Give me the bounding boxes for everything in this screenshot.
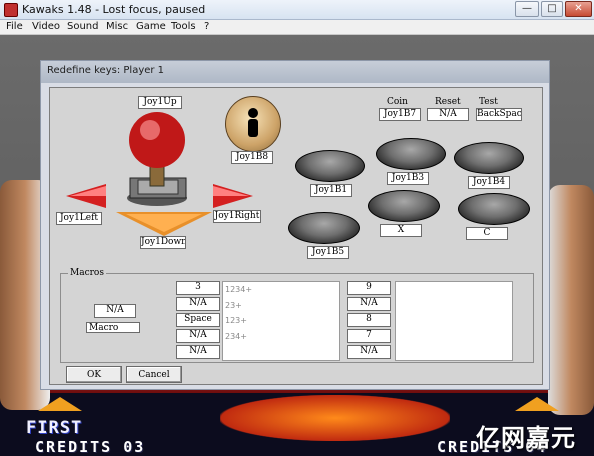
game-logo-image: [220, 395, 450, 441]
button-e-image[interactable]: [368, 190, 440, 222]
window-titlebar[interactable]: Kawaks 1.48 - Lost focus, paused — □ ✕: [0, 0, 594, 20]
macro-right-list[interactable]: [395, 281, 513, 361]
button-c-image[interactable]: [454, 142, 524, 174]
test-label: Test: [479, 97, 498, 107]
macro-left-key-4[interactable]: N/A: [176, 329, 220, 343]
maximize-button[interactable]: □: [541, 1, 563, 17]
button-d-key-field[interactable]: Joy1B5: [307, 246, 349, 259]
right-arrow-icon: [213, 184, 253, 208]
menu-game[interactable]: Game: [136, 21, 166, 32]
first-label: FIRST: [26, 418, 83, 438]
hud-marker-right: [515, 397, 559, 411]
up-key-field[interactable]: Joy1Up: [138, 96, 182, 109]
button-c-key-field[interactable]: Joy1B4: [468, 176, 510, 189]
app-icon: [4, 3, 18, 17]
macro-left-list[interactable]: 1234+ 23+ 123+ 234+: [222, 281, 340, 361]
macro-right-key-2[interactable]: N/A: [347, 297, 391, 311]
credits-left: CREDITS 03: [35, 438, 146, 456]
menu-video[interactable]: Video: [32, 21, 60, 32]
reset-key-field[interactable]: N/A: [427, 108, 469, 121]
list-item[interactable]: 1234+: [223, 282, 339, 298]
macro-right-key-4[interactable]: 7: [347, 329, 391, 343]
menu-file[interactable]: File: [6, 21, 23, 32]
dialog-title: Redefine keys: Player 1: [47, 65, 165, 76]
list-item[interactable]: 123+: [223, 313, 339, 329]
macro-right-key-1[interactable]: 9: [347, 281, 391, 295]
window-title: Kawaks 1.48 - Lost focus, paused: [22, 3, 206, 16]
left-arrow-icon: [66, 184, 106, 208]
hud-marker-left: [38, 397, 82, 411]
button-a-image[interactable]: [295, 150, 365, 182]
coin-label: Coin: [387, 97, 408, 107]
button-d-image[interactable]: [288, 212, 360, 244]
menu-misc[interactable]: Misc: [106, 21, 128, 32]
menu-bar: File Video Sound Misc Game Tools ?: [0, 20, 594, 35]
list-item[interactable]: 23+: [223, 298, 339, 314]
left-key-field[interactable]: Joy1Left: [56, 212, 102, 225]
dialog-titlebar[interactable]: Redefine keys: Player 1: [41, 61, 549, 83]
joystick-image: [120, 112, 206, 208]
controls-panel: Joy1Up Joy1Left Joy1Right Joy1Down Joy1B…: [49, 87, 543, 385]
macro-name-field[interactable]: Macro: [86, 322, 140, 333]
macros-label: Macros: [68, 268, 106, 278]
ok-button[interactable]: OK: [66, 366, 122, 383]
button-e-key-field[interactable]: X: [380, 224, 422, 237]
minimize-button[interactable]: —: [515, 1, 539, 17]
macro-right-key-5[interactable]: N/A: [347, 345, 391, 359]
watermark-text: 亿网嘉元: [476, 424, 576, 452]
macro-left-key-1[interactable]: 3: [176, 281, 220, 295]
down-key-field[interactable]: Joy1Down: [140, 236, 186, 249]
button-b-image[interactable]: [376, 138, 446, 170]
menu-sound[interactable]: Sound: [67, 21, 99, 32]
button-a-key-field[interactable]: Joy1B1: [310, 184, 352, 197]
reset-label: Reset: [435, 97, 461, 107]
down-arrow-icon: [116, 212, 212, 236]
start-button-image[interactable]: [225, 96, 281, 152]
list-item[interactable]: 234+: [223, 329, 339, 345]
menu-help[interactable]: ?: [204, 21, 209, 32]
redefine-keys-dialog: Redefine keys: Player 1 Joy1Up Joy1Left …: [40, 60, 550, 390]
macro-right-key-3[interactable]: 8: [347, 313, 391, 327]
menu-tools[interactable]: Tools: [171, 21, 196, 32]
macro-left-key-3[interactable]: Space: [176, 313, 220, 327]
button-b-key-field[interactable]: Joy1B3: [387, 172, 429, 185]
macro-left-key-2[interactable]: N/A: [176, 297, 220, 311]
cancel-button[interactable]: Cancel: [126, 366, 182, 383]
test-key-field[interactable]: BackSpace: [476, 108, 522, 121]
close-button[interactable]: ✕: [565, 1, 592, 17]
right-key-field[interactable]: Joy1Right: [213, 210, 261, 223]
fighter-right-image: [548, 185, 594, 415]
macro-left-key-5[interactable]: N/A: [176, 345, 220, 359]
button-f-key-field[interactable]: C: [466, 227, 508, 240]
macro-key-field[interactable]: N/A: [94, 304, 136, 318]
coin-key-field[interactable]: Joy1B7: [379, 108, 421, 121]
start-key-field[interactable]: Joy1B8: [231, 151, 273, 164]
button-f-image[interactable]: [458, 193, 530, 225]
